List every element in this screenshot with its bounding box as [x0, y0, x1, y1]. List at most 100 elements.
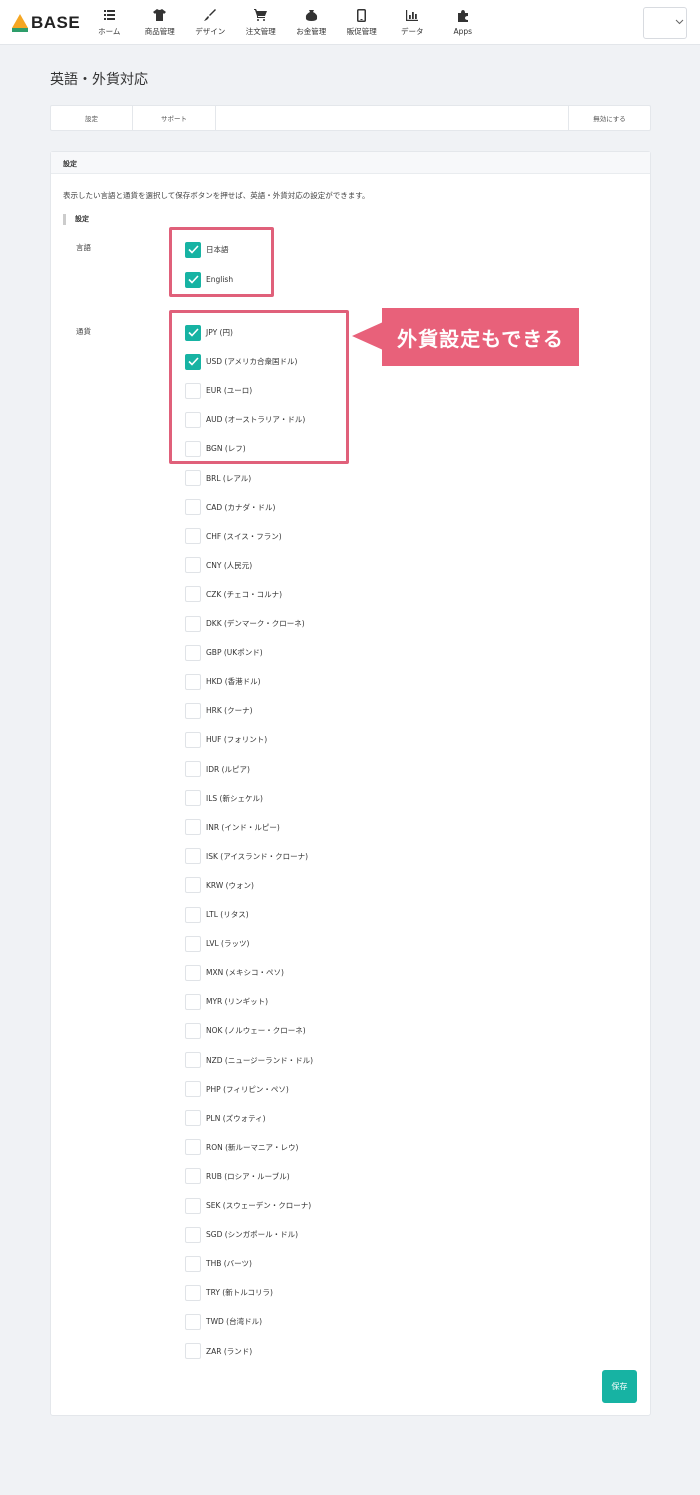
currency-option[interactable]: NOK (ノルウェー・クローネ) [185, 1022, 306, 1039]
currency-option[interactable]: TRY (新トルコリラ) [185, 1284, 273, 1301]
checkbox[interactable] [185, 557, 201, 574]
currency-option[interactable]: LVL (ラッツ) [185, 935, 249, 952]
currency-option[interactable]: GBP (UKポンド) [185, 644, 263, 661]
currency-option[interactable]: PLN (ズウォティ) [185, 1110, 266, 1127]
nav-label: Apps [453, 27, 473, 36]
checkbox[interactable] [185, 1226, 201, 1243]
currency-option-label: BGN (レフ) [206, 444, 246, 454]
checkbox[interactable] [185, 1255, 201, 1272]
checkbox-checked[interactable] [185, 241, 201, 258]
checkbox[interactable] [185, 615, 201, 632]
currency-option[interactable]: JPY (円) [185, 324, 233, 341]
checkbox[interactable] [185, 702, 201, 719]
nav-item-data[interactable]: データ [387, 0, 438, 45]
currency-option[interactable]: USD (アメリカ合衆国ドル) [185, 353, 297, 370]
account-menu[interactable] [643, 7, 687, 39]
language-option[interactable]: English [185, 271, 233, 288]
checkbox-checked[interactable] [185, 353, 201, 370]
puzzle-icon [457, 9, 469, 23]
tab-settings[interactable]: 設定 [51, 106, 133, 130]
currency-option-label: GBP (UKポンド) [206, 648, 263, 658]
checkbox-checked[interactable] [185, 324, 201, 341]
checkbox[interactable] [185, 1081, 201, 1098]
currency-option[interactable]: IDR (ルピア) [185, 761, 250, 778]
language-option[interactable]: 日本語 [185, 241, 229, 258]
currency-option[interactable]: HKD (香港ドル) [185, 673, 261, 690]
currency-option-label: THB (バーツ) [206, 1259, 252, 1269]
currency-option[interactable]: ISK (アイスランド・クローナ) [185, 848, 308, 865]
currency-option[interactable]: HRK (クーナ) [185, 702, 253, 719]
checkbox[interactable] [185, 470, 201, 486]
nav-item-money[interactable]: お金管理 [286, 0, 337, 45]
checkbox[interactable] [185, 964, 201, 981]
brush-icon [204, 8, 217, 22]
currency-option[interactable]: SEK (スウェーデン・クローナ) [185, 1197, 311, 1214]
currency-option[interactable]: MXN (メキシコ・ペソ) [185, 964, 284, 981]
currency-option[interactable]: CHF (スイス・フラン) [185, 528, 282, 545]
currency-option[interactable]: NZD (ニュージーランド・ドル) [185, 1052, 313, 1069]
currency-option[interactable]: CNY (人民元) [185, 557, 252, 574]
checkbox[interactable] [185, 877, 201, 894]
checkbox[interactable] [185, 790, 201, 807]
save-button[interactable]: 保存 [602, 1370, 637, 1403]
currency-option[interactable]: RUB (ロシア・ルーブル) [185, 1168, 290, 1185]
checkbox[interactable] [185, 1110, 201, 1127]
checkbox[interactable] [185, 1313, 201, 1330]
checkbox[interactable] [185, 528, 201, 545]
currency-option[interactable]: EUR (ユーロ) [185, 382, 252, 399]
currency-option[interactable]: RON (新ルーマニア・レウ) [185, 1139, 298, 1156]
currency-option[interactable]: SGD (シンガポール・ドル) [185, 1226, 298, 1243]
checkbox[interactable] [185, 848, 201, 865]
nav-item-apps[interactable]: Apps [438, 0, 489, 45]
currency-option[interactable]: KRW (ウォン) [185, 877, 254, 894]
checkbox[interactable] [185, 761, 201, 777]
checkbox[interactable] [185, 1284, 201, 1301]
currency-option[interactable]: HUF (フォリント) [185, 731, 267, 748]
nav-item-promotion[interactable]: 販促管理 [337, 0, 388, 45]
disable-button[interactable]: 無効にする [568, 106, 650, 130]
currency-option[interactable]: CZK (チェコ・コルナ) [185, 586, 282, 603]
checkbox[interactable] [185, 1343, 201, 1359]
currency-option[interactable]: BRL (レアル) [185, 470, 251, 487]
currency-option[interactable]: PHP (フィリピン・ペソ) [185, 1081, 289, 1098]
currency-option[interactable]: ILS (新シェケル) [185, 790, 263, 807]
currency-option[interactable]: TWD (台湾ドル) [185, 1313, 262, 1330]
checkbox[interactable] [185, 731, 201, 748]
currency-option[interactable]: INR (インド・ルピー) [185, 819, 280, 836]
nav-item-products[interactable]: 商品管理 [135, 0, 186, 45]
currency-option[interactable]: ZAR (ランド) [185, 1343, 252, 1360]
checkbox[interactable] [185, 1139, 201, 1156]
checkbox-checked[interactable] [185, 271, 201, 288]
nav-item-orders[interactable]: 注文管理 [236, 0, 287, 45]
checkbox[interactable] [185, 411, 201, 428]
nav-item-design[interactable]: デザイン [185, 0, 236, 45]
checkbox[interactable] [185, 993, 201, 1010]
checkbox[interactable] [185, 673, 201, 690]
checkbox[interactable] [185, 1197, 201, 1214]
nav-label: デザイン [195, 27, 226, 36]
checkbox[interactable] [185, 440, 201, 457]
currency-option[interactable]: THB (バーツ) [185, 1255, 252, 1272]
language-option-label: 日本語 [206, 245, 229, 254]
currency-option-label: JPY (円) [206, 328, 233, 337]
base-logo[interactable]: BASE [12, 12, 80, 34]
checkbox[interactable] [185, 1168, 201, 1185]
nav-item-home[interactable]: ホーム [84, 0, 135, 45]
currency-option[interactable]: AUD (オーストラリア・ドル) [185, 411, 305, 428]
checkbox[interactable] [185, 382, 201, 399]
currency-option[interactable]: LTL (リタス) [185, 906, 249, 923]
checkbox[interactable] [185, 906, 201, 923]
checkbox[interactable] [185, 644, 201, 661]
currency-option[interactable]: CAD (カナダ・ドル) [185, 499, 275, 516]
currency-option[interactable]: MYR (リンギット) [185, 993, 268, 1010]
tab-support[interactable]: サポート [133, 106, 216, 130]
currency-option[interactable]: DKK (デンマーク・クローネ) [185, 615, 305, 632]
nav-label: 商品管理 [144, 27, 175, 36]
checkbox[interactable] [185, 1022, 201, 1039]
currency-option[interactable]: BGN (レフ) [185, 440, 246, 457]
checkbox[interactable] [185, 935, 201, 952]
checkbox[interactable] [185, 499, 201, 516]
checkbox[interactable] [185, 819, 201, 836]
checkbox[interactable] [185, 1052, 201, 1068]
checkbox[interactable] [185, 586, 201, 603]
